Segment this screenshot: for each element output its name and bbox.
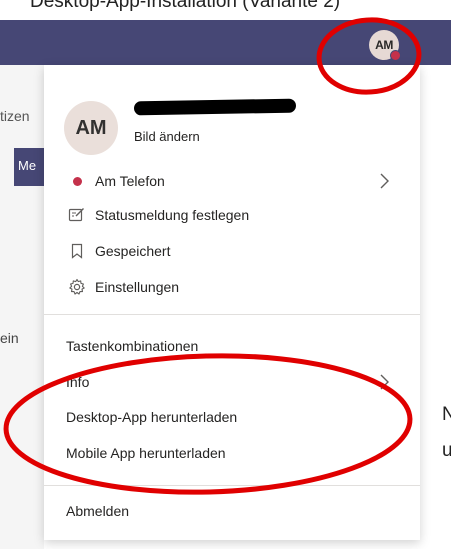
menu-item-status-message[interactable]: Statusmeldung festlegen — [44, 197, 420, 233]
menu-item-label: Am Telefon — [95, 173, 165, 189]
menu-item-sign-out[interactable]: Abmelden — [44, 493, 420, 529]
change-picture-link[interactable]: Bild ändern — [134, 129, 200, 144]
menu-item-label: Info — [66, 374, 90, 390]
background-text-fragment: tizen — [0, 108, 30, 124]
busy-status-icon — [68, 172, 86, 190]
menu-item-label: Desktop-App herunterladen — [66, 409, 238, 425]
background-button-fragment: Me — [14, 148, 44, 186]
edit-message-icon — [68, 206, 86, 224]
background-text-fragment: N — [442, 404, 451, 425]
menu-item-status[interactable]: Am Telefon — [44, 163, 420, 199]
avatar-initials: AM — [75, 116, 107, 139]
menu-item-download-mobile-app[interactable]: Mobile App herunterladen — [44, 435, 420, 471]
menu-item-saved[interactable]: Gespeichert — [44, 233, 420, 269]
top-caption-text: Desktop-App-Installation (Variante 2) — [30, 0, 341, 11]
menu-item-keyboard-shortcuts[interactable]: Tastenkombinationen — [44, 328, 420, 364]
menu-item-label: Tastenkombinationen — [66, 338, 199, 354]
bookmark-icon — [68, 242, 86, 260]
gear-icon — [68, 278, 86, 296]
presence-status-dot — [390, 50, 401, 61]
redacted-name-bar — [133, 98, 297, 116]
menu-item-settings[interactable]: Einstellungen — [44, 269, 420, 305]
background-text-fragment: ein — [0, 330, 19, 346]
profile-avatar-button[interactable]: AM — [369, 30, 401, 61]
menu-item-info[interactable]: Info — [44, 364, 420, 400]
menu-item-label: Abmelden — [66, 503, 130, 519]
background-content-area — [0, 65, 44, 549]
background-text-fragment: u — [442, 440, 451, 461]
menu-divider — [44, 314, 420, 315]
menu-item-label: Gespeichert — [95, 243, 171, 259]
menu-item-label: Statusmeldung festlegen — [95, 207, 250, 223]
avatar-initials: AM — [375, 38, 393, 52]
chevron-right-icon — [380, 374, 389, 390]
profile-section: AM Bild ändern — [64, 96, 404, 156]
avatar[interactable]: AM — [64, 101, 118, 155]
profile-menu-panel: AM Bild ändern Am Telefon Statusmeldung … — [44, 65, 420, 540]
menu-item-label: Mobile App herunterladen — [66, 445, 226, 461]
menu-divider — [44, 485, 420, 486]
chevron-right-icon — [380, 173, 389, 189]
menu-item-label: Einstellungen — [95, 279, 180, 295]
menu-item-download-desktop-app[interactable]: Desktop-App herunterladen — [44, 399, 420, 435]
